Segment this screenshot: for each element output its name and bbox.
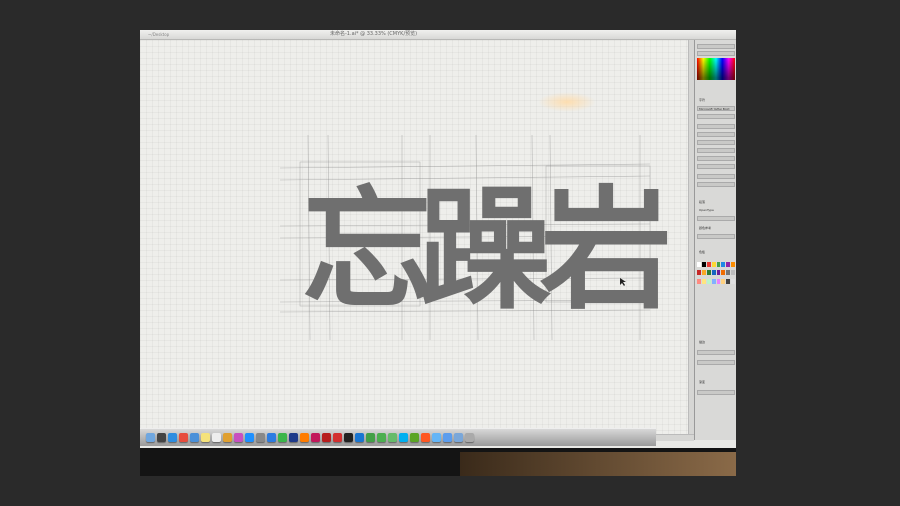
xcode-icon[interactable] (355, 433, 364, 442)
finder-icon[interactable] (146, 433, 155, 442)
glyph-1[interactable]: 忘 (302, 174, 434, 328)
mail-icon[interactable] (190, 433, 199, 442)
screen: ~/Desktop 未命名-1.ai* @ 33.33% (CMYK/预览) 忘… (140, 30, 736, 448)
messages-icon[interactable] (388, 433, 397, 442)
document-title: 未命名-1.ai* @ 33.33% (CMYK/预览) (330, 31, 418, 37)
panel-tab-bar[interactable] (697, 350, 735, 355)
notes-icon[interactable] (201, 433, 210, 442)
right-panels: 字符 Microsoft YaHei Bold 段落 OpenType 颜色参考… (694, 40, 736, 440)
documents-icon[interactable] (454, 433, 463, 442)
maps-icon[interactable] (366, 433, 375, 442)
font-family-field[interactable]: Microsoft YaHei Bold (697, 106, 735, 111)
photoshop-icon[interactable] (289, 433, 298, 442)
panel-label[interactable]: OpenType (699, 208, 714, 212)
artwork[interactable]: 忘 躁 岩 (140, 40, 688, 434)
swatch-grid[interactable] (697, 262, 735, 286)
kerning-field[interactable] (697, 140, 735, 145)
glyph-3[interactable]: 岩 (540, 174, 672, 328)
photos-icon[interactable] (223, 433, 232, 442)
panel-tab-bar[interactable] (697, 51, 735, 56)
acrobat-icon[interactable] (333, 433, 342, 442)
antialias-field[interactable] (697, 182, 735, 187)
language-field[interactable] (697, 174, 735, 179)
panel-label[interactable]: 颜色参考 (699, 226, 711, 230)
document-titlebar[interactable]: ~/Desktop 未命名-1.ai* @ 33.33% (CMYK/预览) (140, 30, 736, 40)
downloads-icon[interactable] (443, 433, 452, 442)
panel-tab-bar[interactable] (697, 360, 735, 365)
monitor-photo: ~/Desktop 未命名-1.ai* @ 33.33% (CMYK/预览) 忘… (140, 30, 736, 476)
preferences-icon[interactable] (256, 433, 265, 442)
font-style-field[interactable] (697, 114, 735, 119)
font-size-field[interactable] (697, 124, 735, 129)
skype-icon[interactable] (399, 433, 408, 442)
desk-surface (460, 452, 736, 476)
flash-icon[interactable] (322, 433, 331, 442)
qq-icon[interactable] (267, 433, 276, 442)
scale-field[interactable] (697, 156, 735, 161)
music-icon[interactable] (421, 433, 430, 442)
evernote-icon[interactable] (410, 433, 419, 442)
terminal-icon[interactable] (344, 433, 353, 442)
panel-label[interactable]: 字符 (699, 98, 705, 102)
artboard-canvas[interactable]: 忘 躁 岩 (140, 40, 688, 434)
panel-label[interactable]: 渐变 (699, 380, 705, 384)
light-reflection (538, 92, 596, 112)
tracking-field[interactable] (697, 148, 735, 153)
panel-label[interactable]: 色板 (699, 250, 705, 254)
glyph-2[interactable]: 躁 (420, 174, 552, 328)
wechat-icon[interactable] (278, 433, 287, 442)
color-spectrum[interactable] (697, 58, 735, 80)
baseline-field[interactable] (697, 164, 735, 169)
panel-tab-bar[interactable] (697, 234, 735, 239)
leading-field[interactable] (697, 132, 735, 137)
indesign-icon[interactable] (311, 433, 320, 442)
panel-label[interactable]: 描边 (699, 340, 705, 344)
font-family-value: Microsoft YaHei Bold (699, 107, 730, 111)
dock (140, 428, 656, 446)
chrome-icon[interactable] (179, 433, 188, 442)
panel-label[interactable]: 段落 (699, 200, 705, 204)
safari-icon[interactable] (168, 433, 177, 442)
itunes-icon[interactable] (234, 433, 243, 442)
facetime-icon[interactable] (377, 433, 386, 442)
panel-tab-bar[interactable] (697, 44, 735, 49)
document-path: ~/Desktop (148, 32, 170, 37)
appstore-icon[interactable] (245, 433, 254, 442)
trash-icon[interactable] (465, 433, 474, 442)
illustrator-icon[interactable] (300, 433, 309, 442)
dashboard-icon[interactable] (157, 433, 166, 442)
folder-icon[interactable] (432, 433, 441, 442)
panel-tab-bar[interactable] (697, 390, 735, 395)
calendar-icon[interactable] (212, 433, 221, 442)
panel-tab-bar[interactable] (697, 216, 735, 221)
